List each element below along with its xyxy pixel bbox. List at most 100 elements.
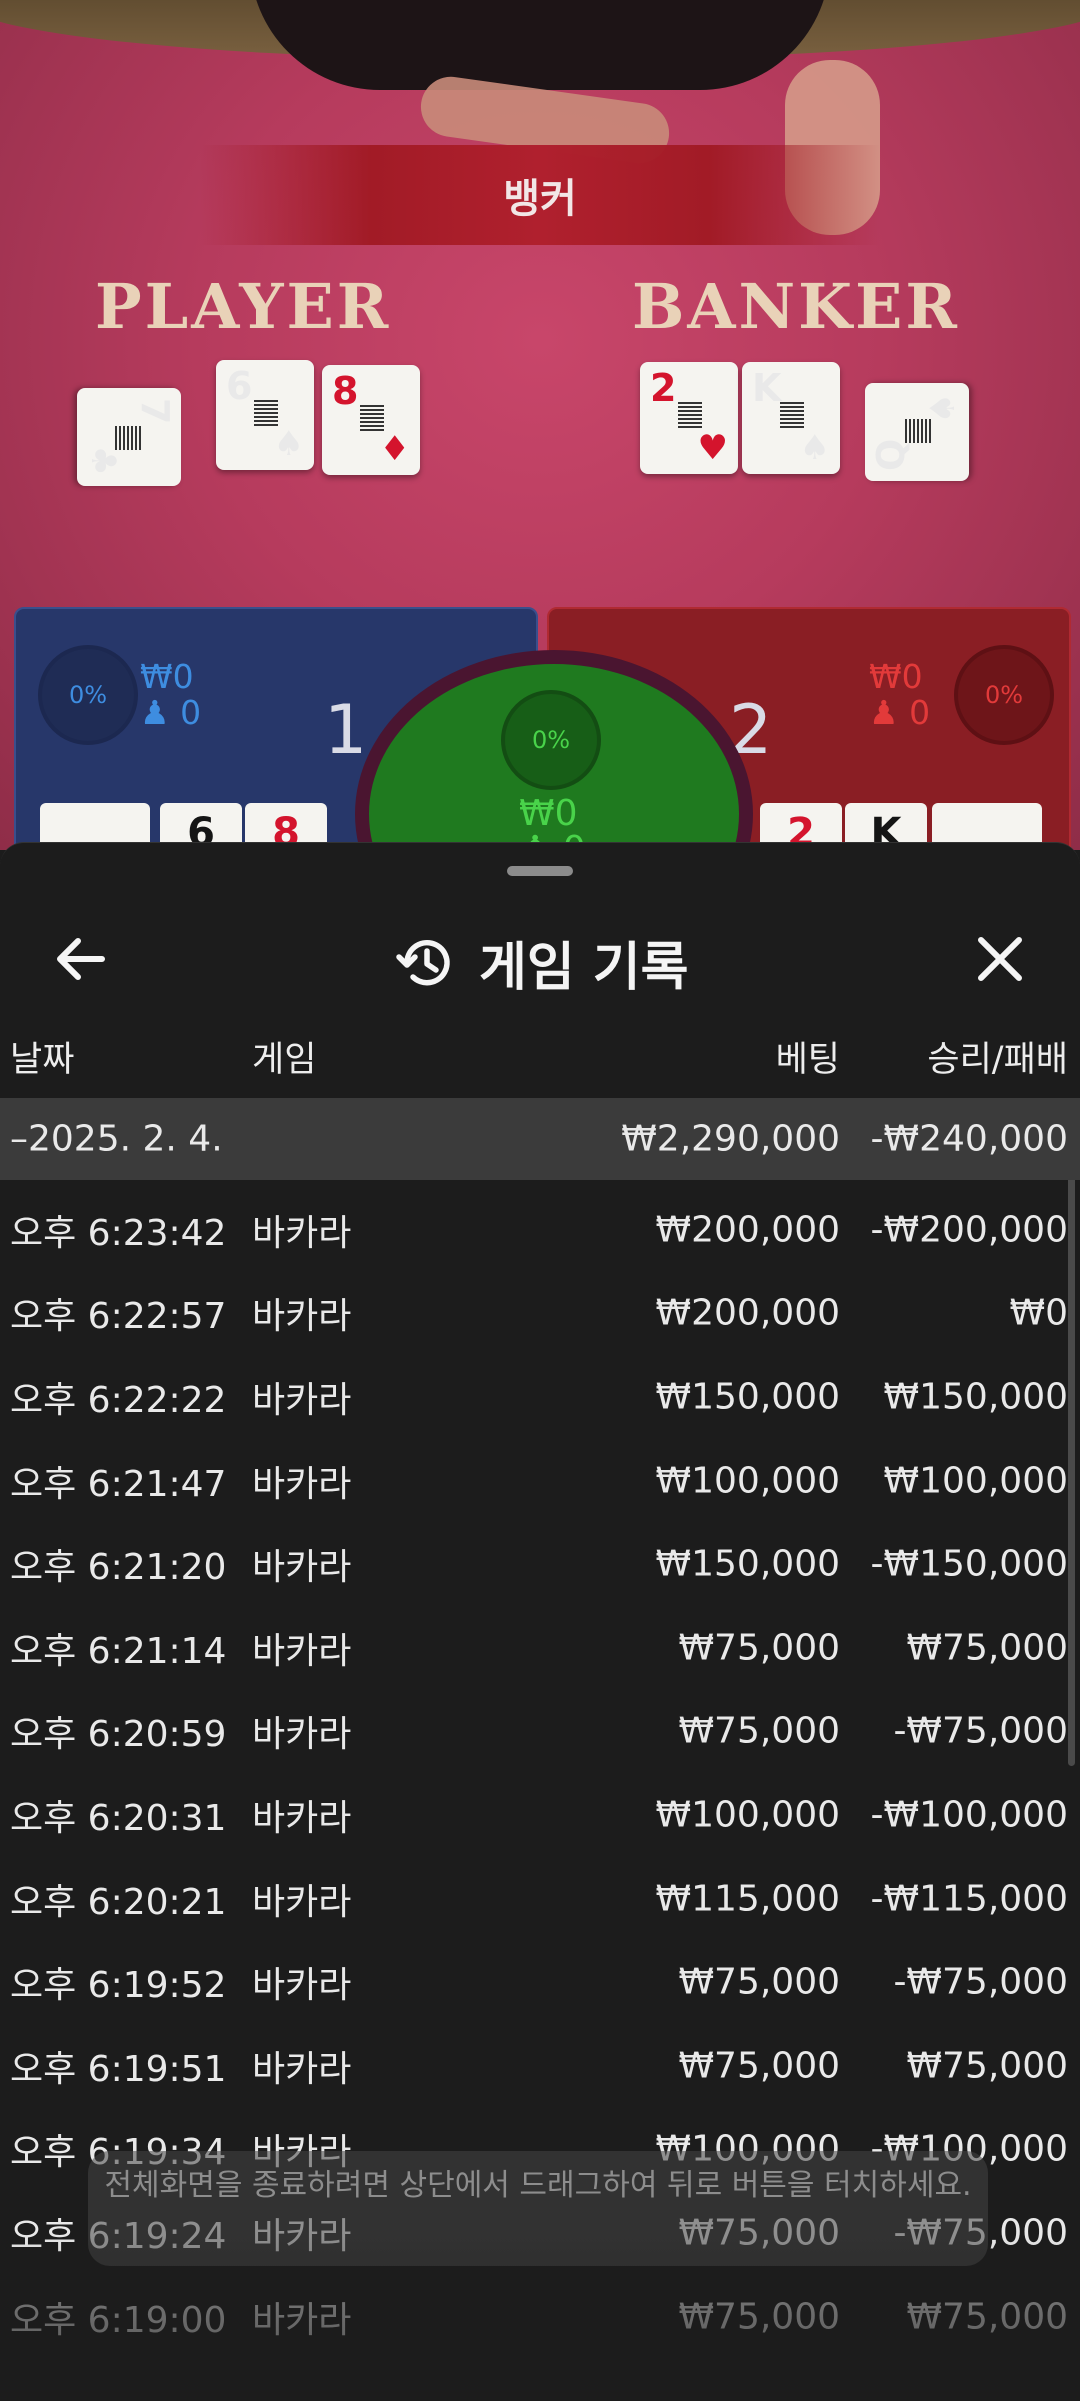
row-game: 바카라 <box>252 1296 352 1338</box>
banker-card-2: K ♠ <box>742 362 840 474</box>
table-row[interactable]: 오후 6:19:51 바카라 ₩75,000 ₩75,000 <box>0 2024 1080 2108</box>
row-game: 바카라 <box>252 1547 352 1589</box>
column-header-result[interactable]: 승리/패배 <box>927 1031 1068 1082</box>
back-button[interactable] <box>40 919 120 999</box>
row-bet: ₩150,000 <box>655 1376 840 1418</box>
date-group-label: –2025. 2. 4. <box>10 1118 223 1160</box>
row-game: 바카라 <box>252 1965 352 2007</box>
row-time: 오후 6:21:14 <box>10 1630 227 1672</box>
player-count-row: ♟ 0 <box>140 695 201 731</box>
person-icon: ♟ <box>140 693 170 732</box>
player-label: PLAYER <box>95 270 392 343</box>
row-bet: ₩150,000 <box>655 1543 840 1585</box>
row-bet: ₩200,000 <box>655 1292 840 1334</box>
date-group-result: -₩240,000 <box>870 1118 1068 1160</box>
row-result: -₩100,000 <box>870 1794 1068 1836</box>
card-rank: 8 <box>332 369 359 413</box>
row-time: 오후 6:19:52 <box>10 1965 227 2007</box>
row-bet: ₩75,000 <box>678 2296 840 2338</box>
row-bet: ₩200,000 <box>655 1209 840 1251</box>
player-card-1: 7 ♣ <box>77 388 181 486</box>
history-clock-icon <box>396 939 450 985</box>
row-result: ₩150,000 <box>883 1376 1068 1418</box>
player-percent: 0% <box>38 645 138 745</box>
row-result: ₩75,000 <box>906 2045 1068 2087</box>
row-game: 바카라 <box>252 1714 352 1756</box>
banker-amount: ₩0 <box>869 657 923 696</box>
banker-stake: ₩0 ♟ 0 <box>869 659 930 731</box>
row-result: ₩75,000 <box>906 2296 1068 2338</box>
row-game: 바카라 <box>252 1881 352 1923</box>
row-result: -₩75,000 <box>893 1961 1068 2003</box>
row-bet: ₩75,000 <box>678 2045 840 2087</box>
row-time: 오후 6:19:00 <box>10 2299 227 2341</box>
banker-label: BANKER <box>632 270 960 343</box>
row-time: 오후 6:23:42 <box>10 1212 227 1254</box>
card-suit: ♠ <box>799 428 830 468</box>
row-game: 바카라 <box>252 1797 352 1839</box>
drag-handle[interactable] <box>507 866 573 876</box>
banker-percent: 0% <box>954 645 1054 745</box>
row-game: 바카라 <box>252 1212 352 1254</box>
card-rank: 6 <box>226 364 253 408</box>
game-history-sheet: 게임 기록 날짜 게임 베팅 승리/패배 –2025. 2. 4. ₩2,290… <box>0 842 1080 2401</box>
row-time: 오후 6:22:57 <box>10 1296 227 1338</box>
table-row[interactable]: 오후 6:22:22 바카라 ₩150,000 ₩150,000 <box>0 1355 1080 1439</box>
table-row[interactable]: 오후 6:21:14 바카라 ₩75,000 ₩75,000 <box>0 1606 1080 1690</box>
player-stake: ₩0 ♟ 0 <box>140 659 201 731</box>
row-result: -₩75,000 <box>893 1710 1068 1752</box>
card-rank: Q <box>869 438 913 471</box>
fullscreen-exit-toast: 전체화면을 종료하려면 상단에서 드래그하여 뒤로 버튼을 터치하세요. <box>88 2151 988 2266</box>
row-result: ₩100,000 <box>883 1460 1068 1502</box>
card-rank: 7 <box>133 398 177 425</box>
row-result: ₩75,000 <box>906 1627 1068 1669</box>
card-rank: 2 <box>650 366 677 410</box>
card-suit: ♥ <box>697 428 728 468</box>
arrow-left-icon <box>57 938 105 980</box>
row-result: -₩150,000 <box>870 1543 1068 1585</box>
row-bet: ₩100,000 <box>655 1460 840 1502</box>
row-bet: ₩75,000 <box>678 1710 840 1752</box>
card-barcode <box>780 402 804 428</box>
card-rank: K <box>752 366 782 410</box>
table-row[interactable]: 오후 6:20:21 바카라 ₩115,000 -₩115,000 <box>0 1857 1080 1941</box>
table-row[interactable]: 오후 6:20:59 바카라 ₩75,000 -₩75,000 <box>0 1690 1080 1774</box>
result-banner: 뱅커 <box>200 145 880 245</box>
row-result: ₩0 <box>1009 1292 1069 1334</box>
column-header-bet[interactable]: 베팅 <box>776 1031 840 1082</box>
banker-count: 0 <box>909 693 931 732</box>
row-time: 오후 6:20:21 <box>10 1881 227 1923</box>
row-game: 바카라 <box>252 1379 352 1421</box>
sheet-title-group: 게임 기록 <box>395 925 688 1000</box>
table-row[interactable]: 오후 6:21:47 바카라 ₩100,000 ₩100,000 <box>0 1439 1080 1523</box>
card-barcode <box>678 402 702 428</box>
table-row[interactable]: 오후 6:21:20 바카라 ₩150,000 -₩150,000 <box>0 1522 1080 1606</box>
table-row[interactable]: 오후 6:19:00 바카라 ₩75,000 ₩75,000 <box>0 2275 1080 2359</box>
table-row[interactable]: 오후 6:19:52 바카라 ₩75,000 -₩75,000 <box>0 1940 1080 2024</box>
card-suit: ♦ <box>379 429 410 469</box>
row-result: -₩115,000 <box>870 1878 1068 1920</box>
column-header-date[interactable]: 날짜 <box>10 1031 74 1082</box>
player-score: 1 <box>324 691 368 770</box>
row-time: 오후 6:21:47 <box>10 1463 227 1505</box>
row-bet: ₩115,000 <box>655 1878 840 1920</box>
row-game: 바카라 <box>252 1630 352 1672</box>
player-card-3: 8 ♦ <box>322 365 420 475</box>
sheet-title: 게임 기록 <box>479 938 689 998</box>
player-card-2: 6 ♠ <box>216 360 314 470</box>
row-bet: ₩75,000 <box>678 1627 840 1669</box>
card-barcode <box>360 405 384 431</box>
table-row[interactable]: 오후 6:23:42 바카라 ₩200,000 -₩200,000 <box>0 1188 1080 1272</box>
row-game: 바카라 <box>252 2299 352 2341</box>
column-header-game[interactable]: 게임 <box>252 1031 316 1082</box>
close-button[interactable] <box>960 919 1040 999</box>
card-suit: ♠ <box>923 393 963 424</box>
banker-card-3: Q ♠ <box>865 383 969 481</box>
row-game: 바카라 <box>252 2048 352 2090</box>
table-row[interactable]: 오후 6:20:31 바카라 ₩100,000 -₩100,000 <box>0 1773 1080 1857</box>
row-time: 오후 6:21:20 <box>10 1547 227 1589</box>
table-row[interactable]: 오후 6:22:57 바카라 ₩200,000 ₩0 <box>0 1272 1080 1356</box>
player-amount: ₩0 <box>140 657 194 696</box>
date-group-row[interactable]: –2025. 2. 4. ₩2,290,000 -₩240,000 <box>0 1098 1080 1180</box>
tie-percent: 0% <box>501 690 601 790</box>
